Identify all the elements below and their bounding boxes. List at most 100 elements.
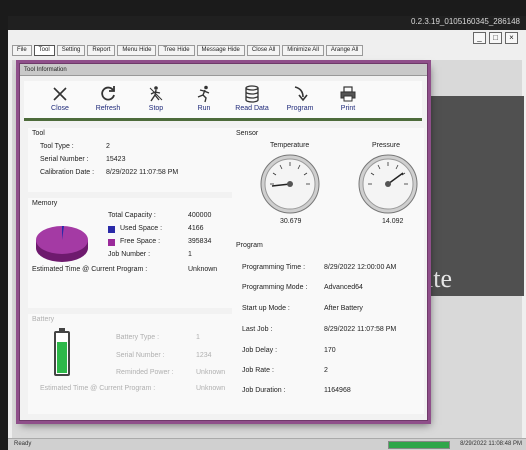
tool-type-value: 2 (106, 143, 110, 150)
run-label: Run (197, 105, 211, 112)
battery-type-label: Battery Type : (116, 334, 160, 341)
tool-type-label: Tool Type : (40, 143, 74, 150)
programming-mode-value: Advanced64 (324, 284, 363, 291)
menu-arange-all[interactable]: Arange All (325, 45, 364, 56)
job-number-label: Job Number : (108, 251, 151, 258)
total-capacity-label: Total Capacity : (108, 212, 156, 219)
battery-serial-value: 1234 (196, 352, 212, 359)
used-space-value: 4166 (188, 225, 204, 232)
dialog-toolbar: Close Refresh Stop Run Read Data Program… (24, 81, 422, 121)
temperature-value: 30.679 (280, 218, 302, 225)
memory-estimated-time-label: Estimated Time @ Current Program : (32, 266, 148, 273)
job-number-value: 1 (188, 251, 192, 258)
tool-information-dialog: Tool Information Close Refresh Stop Run (19, 63, 428, 421)
refresh-icon (97, 84, 119, 104)
menu-tree-hide[interactable]: Tree Hide (158, 45, 195, 56)
menu-minimize-all[interactable]: Minimize All (282, 45, 324, 56)
stop-label: Stop (148, 105, 164, 112)
program-section-title: Program (236, 242, 263, 249)
job-delay-value: 170 (324, 347, 336, 354)
program-icon (289, 84, 311, 104)
last-job-value: 8/29/2022 11:07:58 PM (324, 326, 397, 333)
job-delay-label: Job Delay : (242, 347, 278, 354)
calibration-date-label: Calibration Date : (40, 169, 95, 176)
pressure-label: Pressure (372, 142, 401, 149)
menu-report[interactable]: Report (87, 45, 116, 56)
battery-icon (54, 328, 70, 376)
battery-type-value: 1 (196, 334, 200, 341)
program-section: Program Programming Time : 8/29/2022 12:… (232, 240, 424, 414)
battery-estimated-time-label: Estimated Time @ Current Program : (40, 385, 156, 392)
background-document-text: ite (426, 264, 452, 293)
programming-time-label: Programming Time : (242, 264, 306, 271)
memory-estimated-time-value: Unknown (188, 266, 218, 273)
close-label: Close (51, 105, 69, 112)
total-capacity-value: 400000 (188, 212, 212, 219)
free-space-legend-swatch (108, 239, 115, 246)
printer-icon (337, 84, 359, 104)
database-icon (241, 84, 263, 104)
program-button[interactable]: Program (276, 81, 324, 118)
temperature-gauge (260, 154, 320, 214)
memory-section-title: Memory (32, 200, 58, 207)
pressure-value: 14.092 (382, 218, 404, 225)
menu-close-all[interactable]: Close All (246, 45, 281, 56)
menu-tool[interactable]: Tool (33, 45, 55, 56)
menu-message-hide[interactable]: Message Hide (196, 45, 245, 56)
menu-setting[interactable]: Setting (56, 45, 86, 56)
sensor-section: Sensor Temperature 30.679 Pressure 14.09… (232, 128, 424, 242)
memory-pie-chart (36, 225, 88, 262)
tool-section-title: Tool (32, 130, 45, 137)
startup-mode-label: Start up Mode : (242, 305, 290, 312)
print-label: Print (340, 105, 356, 112)
serial-number-value: 15423 (106, 156, 126, 163)
stop-button[interactable]: Stop (132, 81, 180, 118)
free-space-value: 395834 (188, 238, 212, 245)
calibration-date-value: 8/29/2022 11:07:58 PM (106, 169, 179, 176)
read-data-button[interactable]: Read Data (228, 81, 276, 118)
startup-mode-value: After Battery (324, 305, 363, 312)
menu-bar: File Tool Setting Report Menu Hide Tree … (12, 45, 364, 56)
app-title-bar: 0.2.3.19_0105160345_286148 (8, 16, 526, 30)
serial-number-label: Serial Number : (40, 156, 89, 163)
memory-section: Memory Total Capacity : 400000 Used Spac… (28, 198, 234, 308)
read-data-label: Read Data (235, 105, 269, 112)
menu-file[interactable]: File (12, 45, 32, 56)
job-duration-value: 1164968 (324, 387, 351, 394)
job-duration-label: Job Duration : (242, 387, 286, 394)
last-job-label: Last Job : (242, 326, 273, 333)
status-bar: Ready 8/29/2022 11:08:48 PM (8, 438, 526, 450)
status-progress-fill (389, 442, 449, 448)
used-space-label: Used Space : (120, 225, 163, 232)
run-icon (193, 84, 215, 104)
minimize-button[interactable]: _ (473, 32, 486, 44)
window-controls: _ □ × (473, 32, 518, 44)
used-space-legend-swatch (108, 226, 115, 233)
refresh-button[interactable]: Refresh (84, 81, 132, 118)
programming-time-value: 8/29/2022 12:00:00 AM (324, 264, 397, 271)
programming-mode-label: Programming Mode : (242, 284, 308, 291)
tool-section: Tool Tool Type : 2 Serial Number : 15423… (28, 128, 234, 192)
maximize-button[interactable]: □ (489, 32, 502, 44)
refresh-label: Refresh (95, 105, 121, 112)
print-button[interactable]: Print (324, 81, 372, 118)
battery-serial-label: Serial Number : (116, 352, 165, 359)
job-rate-label: Job Rate : (242, 367, 274, 374)
close-button[interactable]: Close (36, 81, 84, 118)
reminded-power-value: Unknown (196, 369, 226, 376)
close-window-button[interactable]: × (505, 32, 518, 44)
temperature-label: Temperature (270, 142, 310, 149)
battery-section-title: Battery (32, 316, 55, 323)
job-rate-value: 2 (324, 367, 328, 374)
status-ready-text: Ready (14, 441, 32, 447)
sensor-section-title: Sensor (236, 130, 259, 137)
version-text: 0.2.3.19_0105160345_286148 (411, 17, 520, 26)
menu-menu-hide[interactable]: Menu Hide (117, 45, 157, 56)
battery-level-fill (57, 342, 67, 373)
free-space-label: Free Space : (120, 238, 161, 245)
program-label: Program (286, 105, 314, 112)
dialog-title: Tool Information (20, 64, 427, 76)
reminded-power-label: Reminded Power : (116, 369, 174, 376)
run-button[interactable]: Run (180, 81, 228, 118)
pressure-gauge (358, 154, 418, 214)
